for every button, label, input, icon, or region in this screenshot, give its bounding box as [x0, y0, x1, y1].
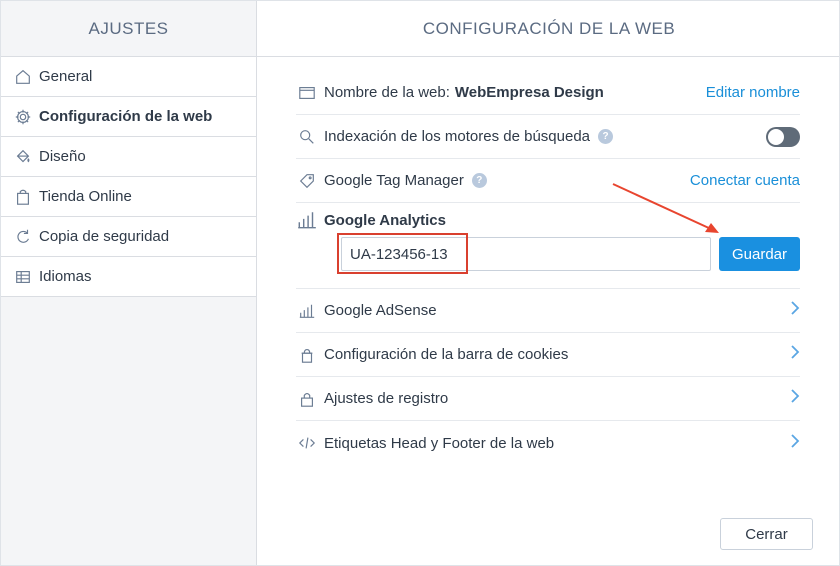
flag-icon	[13, 267, 33, 287]
site-name-row: Nombre de la web: WebEmpresa Design Edit…	[296, 71, 800, 115]
cookie-jar-icon	[296, 344, 318, 366]
paint-bucket-icon	[13, 147, 33, 167]
head-footer-label: Etiquetas Head y Footer de la web	[324, 434, 555, 452]
head-footer-row[interactable]: Etiquetas Head y Footer de la web	[296, 421, 800, 465]
gtm-row: Google Tag Manager ? Conectar cuenta	[296, 159, 800, 203]
sidebar-item-label: Diseño	[39, 148, 86, 165]
sidebar: AJUSTES General Configuración de la web …	[1, 1, 257, 565]
sidebar-title: AJUSTES	[1, 1, 256, 57]
sidebar-item-label: General	[39, 68, 93, 85]
chevron-right-icon	[790, 344, 800, 365]
toggle-knob	[768, 128, 784, 145]
registration-label: Ajustes de registro	[324, 390, 449, 407]
sidebar-item-label: Configuración de la web	[39, 108, 213, 125]
cookies-row[interactable]: Configuración de la barra de cookies	[296, 333, 800, 377]
site-name-label: Nombre de la web:	[324, 84, 450, 101]
sidebar-item-design[interactable]: Diseño	[1, 137, 256, 177]
help-icon[interactable]: ?	[471, 173, 487, 188]
home-icon	[13, 67, 33, 87]
save-button[interactable]: Guardar	[719, 237, 800, 271]
page-title: CONFIGURACIÓN DE LA WEB	[257, 1, 839, 57]
tag-icon	[296, 170, 318, 192]
ga-tracking-id-input[interactable]	[341, 237, 711, 271]
site-name-value: WebEmpresa Design	[454, 84, 604, 101]
settings-dialog: AJUSTES General Configuración de la web …	[0, 0, 840, 566]
sidebar-item-languages[interactable]: Idiomas	[1, 257, 256, 297]
bar-chart-icon	[296, 209, 318, 231]
search-icon	[296, 126, 318, 148]
sidebar-item-general[interactable]: General	[1, 57, 256, 97]
sidebar-item-backup[interactable]: Copia de seguridad	[1, 217, 256, 257]
sidebar-item-label: Copia de seguridad	[39, 228, 170, 245]
adsense-label: Google AdSense	[324, 302, 437, 319]
chevron-right-icon	[790, 433, 800, 454]
google-analytics-section: Google Analytics Guardar	[296, 203, 800, 289]
registration-row[interactable]: Ajustes de registro	[296, 377, 800, 421]
chevron-right-icon	[790, 300, 800, 321]
ga-title: Google Analytics	[296, 209, 446, 231]
lock-icon	[296, 388, 318, 410]
code-icon	[296, 432, 318, 454]
browser-window-icon	[296, 82, 318, 104]
sidebar-item-web-config[interactable]: Configuración de la web	[1, 97, 256, 137]
indexing-toggle[interactable]	[766, 126, 800, 147]
indexing-label: Indexación de los motores de búsqueda	[324, 128, 591, 145]
gear-icon	[13, 107, 33, 127]
bar-chart-icon	[296, 300, 318, 322]
cookies-label: Configuración de la barra de cookies	[324, 346, 569, 363]
sidebar-item-label: Idiomas	[39, 268, 92, 285]
shopping-bag-icon	[13, 187, 33, 207]
close-button[interactable]: Cerrar	[720, 518, 813, 550]
sidebar-item-label: Tienda Online	[39, 188, 132, 205]
settings-list: Nombre de la web: WebEmpresa Design Edit…	[296, 71, 800, 465]
ga-title-label: Google Analytics	[324, 211, 446, 229]
backup-icon	[13, 227, 33, 247]
chevron-right-icon	[790, 388, 800, 409]
help-icon[interactable]: ?	[598, 129, 614, 144]
indexing-row: Indexación de los motores de búsqueda ?	[296, 115, 800, 159]
main-panel: CONFIGURACIÓN DE LA WEB Nombre de la web…	[257, 1, 839, 565]
edit-name-link[interactable]: Editar nombre	[706, 84, 800, 101]
adsense-row[interactable]: Google AdSense	[296, 289, 800, 333]
connect-account-link[interactable]: Conectar cuenta	[690, 172, 800, 189]
gtm-label: Google Tag Manager	[324, 172, 464, 189]
sidebar-item-store[interactable]: Tienda Online	[1, 177, 256, 217]
